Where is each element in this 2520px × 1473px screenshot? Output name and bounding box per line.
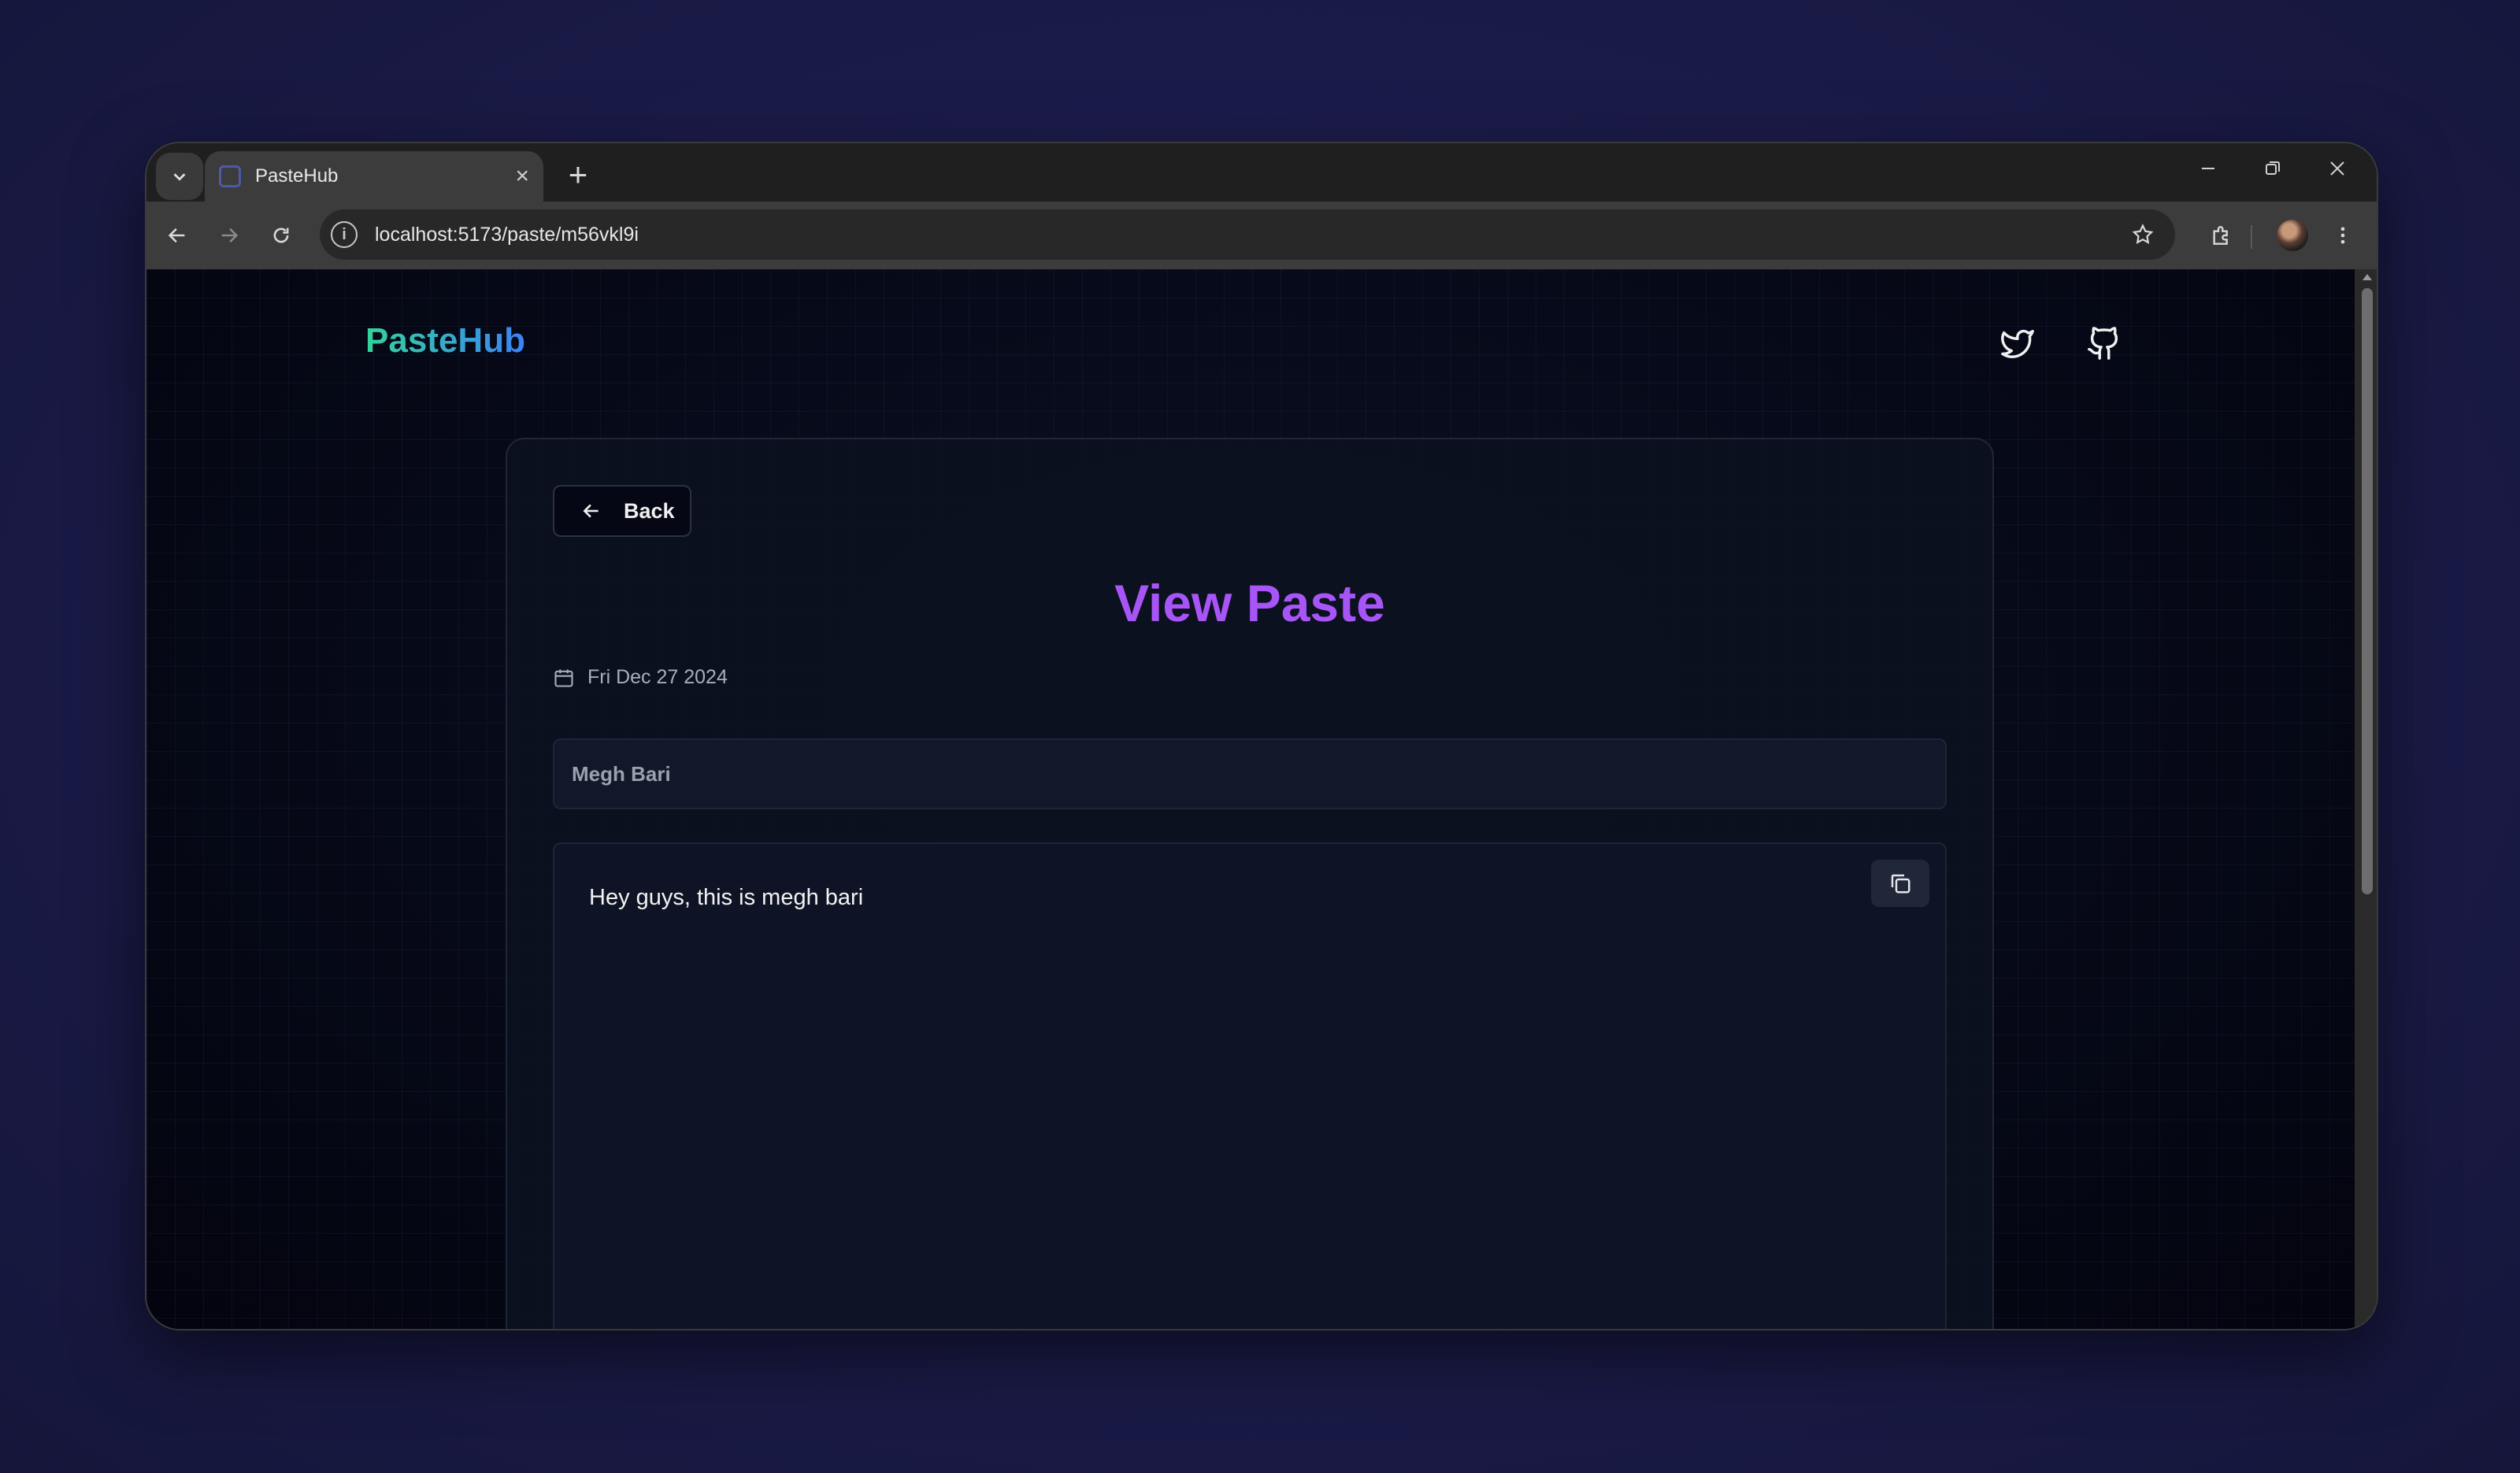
more-vertical-icon	[2340, 227, 2345, 244]
plus-icon: +	[568, 156, 588, 193]
back-nav-button[interactable]	[158, 216, 197, 255]
browser-window: PasteHub × + i localhost:5173/paste/m56v…	[145, 142, 2378, 1331]
avatar	[2277, 220, 2308, 251]
restore-button[interactable]	[2254, 150, 2292, 187]
arrow-left-icon	[168, 228, 185, 243]
arrow-left-icon	[583, 504, 598, 518]
tab-favicon-icon	[219, 165, 241, 187]
paste-date: Fri Dec 27 2024	[553, 666, 728, 689]
tab-pastehub[interactable]: PasteHub ×	[205, 151, 543, 202]
copy-icon	[1891, 874, 1910, 894]
twitter-icon	[2001, 329, 2034, 358]
scroll-up-arrow-icon[interactable]	[2362, 274, 2372, 280]
github-icon	[2088, 327, 2118, 360]
back-button[interactable]: Back	[553, 485, 691, 537]
arrow-right-icon	[221, 228, 239, 243]
puzzle-icon	[2213, 226, 2228, 245]
minimize-icon	[2202, 168, 2214, 169]
paste-content-text: Hey guys, this is megh bari	[589, 885, 864, 910]
site-info-icon[interactable]: i	[331, 221, 358, 248]
page-title: View Paste	[1114, 574, 1385, 632]
paste-title-field[interactable]: Megh Bari	[553, 738, 1947, 809]
back-button-label: Back	[624, 498, 675, 523]
tab-search-button[interactable]	[156, 153, 203, 200]
chevron-down-icon	[173, 173, 186, 181]
browser-toolbar: i localhost:5173/paste/m56vkl9i	[146, 202, 2377, 269]
github-link[interactable]	[2084, 323, 2125, 364]
minimize-button[interactable]	[2189, 150, 2227, 187]
page-scrollbar[interactable]	[2355, 269, 2377, 1329]
tab-title: PasteHub	[255, 165, 339, 187]
browser-menu-button[interactable]	[2323, 216, 2362, 255]
reload-button[interactable]	[261, 216, 301, 255]
paste-content-area[interactable]: Hey guys, this is megh bari	[553, 842, 1947, 1329]
tab-close-icon[interactable]: ×	[515, 165, 529, 188]
copy-button[interactable]	[1871, 860, 1929, 907]
extensions-button[interactable]	[2202, 216, 2241, 255]
address-bar[interactable]: i localhost:5173/paste/m56vkl9i	[320, 209, 2175, 260]
close-icon	[2330, 161, 2344, 176]
twitter-link[interactable]	[1997, 323, 2038, 364]
forward-nav-button[interactable]	[209, 216, 249, 255]
paste-date-text: Fri Dec 27 2024	[587, 666, 728, 688]
window-controls	[2189, 150, 2356, 187]
paste-card: Back View Paste Fri Dec 27 2024 Megh Bar…	[506, 438, 1994, 1329]
site-logo[interactable]: PasteHub	[365, 321, 525, 361]
bookmark-star-icon[interactable]	[2131, 223, 2155, 246]
address-url[interactable]: localhost:5173/paste/m56vkl9i	[375, 224, 2131, 246]
tab-strip: PasteHub × +	[146, 143, 2377, 202]
restore-icon	[2266, 161, 2280, 175]
reload-icon	[273, 228, 289, 243]
new-tab-button[interactable]: +	[556, 153, 600, 197]
page-viewport: PasteHub Back View Paste Fri Dec 27 2024…	[146, 269, 2355, 1329]
scrollbar-thumb[interactable]	[2362, 288, 2373, 894]
close-window-button[interactable]	[2318, 150, 2356, 187]
calendar-icon	[554, 669, 573, 687]
profile-button[interactable]	[2273, 216, 2312, 255]
toolbar-separator	[2251, 225, 2252, 249]
